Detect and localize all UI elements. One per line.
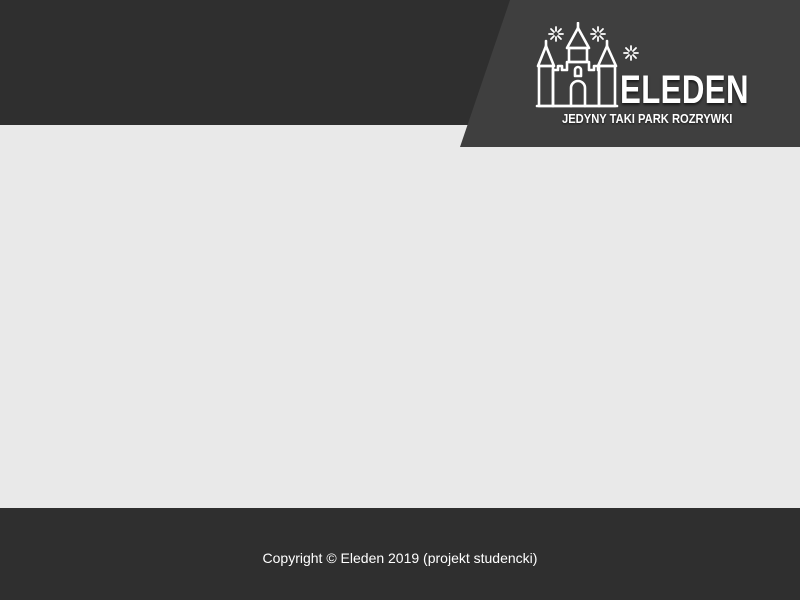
page: ELEDEN JEDYNY TAKI PARK ROZRYWKI Copyrig…: [0, 0, 800, 600]
footer: Copyright © Eleden 2019 (projekt studenc…: [0, 508, 800, 600]
copyright-text: Copyright © Eleden 2019 (projekt studenc…: [262, 550, 538, 566]
brand-name: ELEDEN: [620, 68, 749, 112]
logo-link[interactable]: ELEDEN JEDYNY TAKI PARK ROZRYWKI: [534, 22, 750, 130]
main-content-area: [0, 125, 800, 508]
brand-tagline: JEDYNY TAKI PARK ROZRYWKI: [562, 111, 733, 126]
